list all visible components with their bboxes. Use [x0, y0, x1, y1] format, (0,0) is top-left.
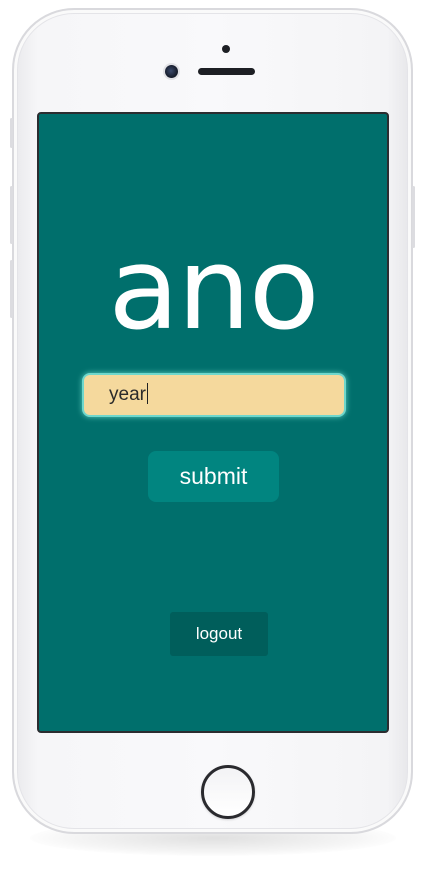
volume-down-button: [10, 260, 13, 318]
app-title: ano: [108, 223, 320, 356]
submit-button[interactable]: submit: [148, 451, 279, 502]
year-input[interactable]: year: [82, 373, 346, 417]
logout-button[interactable]: logout: [170, 612, 268, 656]
year-input-value: year: [109, 384, 146, 405]
front-camera-icon: [165, 65, 178, 78]
stage: ano year submit logout: [0, 0, 426, 870]
app-screen: ano year submit logout: [37, 112, 389, 733]
proximity-sensor-icon: [222, 45, 230, 53]
home-button-icon[interactable]: [201, 765, 255, 819]
volume-up-button: [10, 186, 13, 244]
text-caret: [146, 383, 148, 404]
mute-switch: [10, 118, 13, 148]
power-button: [412, 186, 415, 248]
earpiece-speaker-icon: [198, 68, 255, 75]
